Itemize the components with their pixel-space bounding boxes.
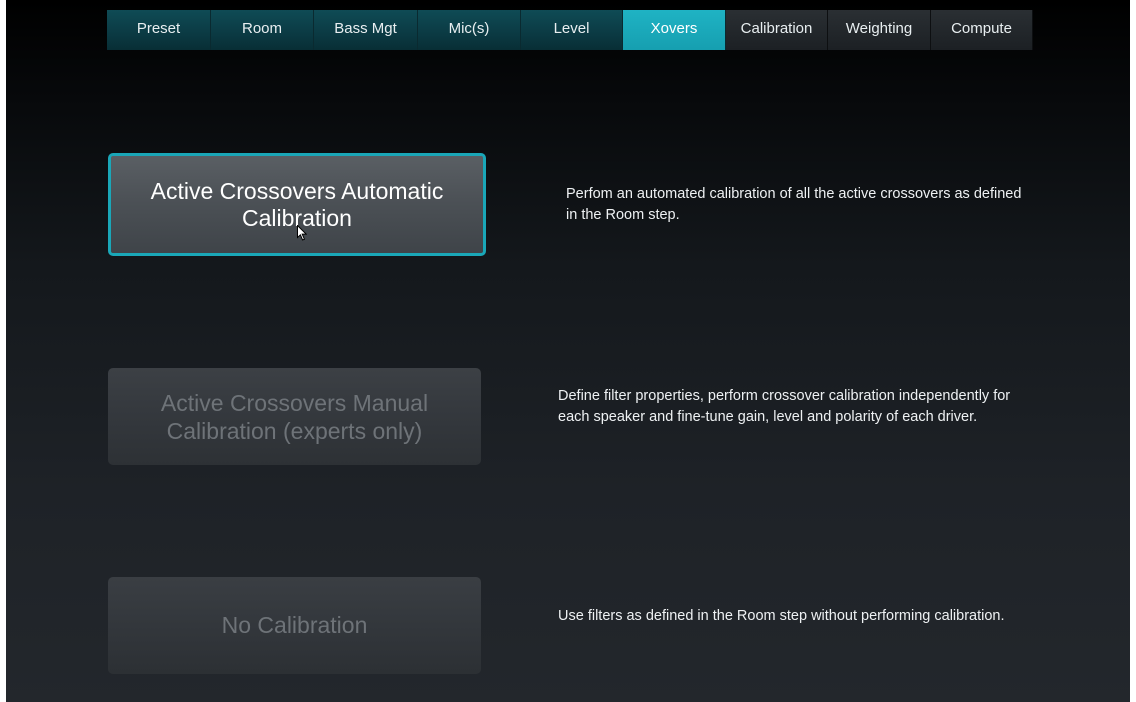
tab-preset[interactable]: Preset xyxy=(107,10,211,50)
app-screen: Preset Room Bass Mgt Mic(s) Level Xovers… xyxy=(6,0,1130,702)
manual-calibration-label: Active Crossovers Manual Calibration (ex… xyxy=(160,389,429,444)
tab-room[interactable]: Room xyxy=(211,10,314,50)
tab-weighting[interactable]: Weighting xyxy=(828,10,931,50)
manual-calibration-button[interactable]: Active Crossovers Manual Calibration (ex… xyxy=(108,368,481,465)
no-calibration-button[interactable]: No Calibration xyxy=(108,577,481,674)
tab-calibration[interactable]: Calibration xyxy=(726,10,828,50)
mouse-pointer-icon xyxy=(297,225,307,241)
tab-bass-mgt[interactable]: Bass Mgt xyxy=(314,10,418,50)
tab-xovers[interactable]: Xovers xyxy=(623,10,726,50)
tab-mics[interactable]: Mic(s) xyxy=(418,10,521,50)
no-calibration-label: No Calibration xyxy=(221,612,368,638)
auto-calibration-label: Active Crossovers Automatic Calibration xyxy=(150,177,444,231)
auto-calibration-description: Perfom an automated calibration of all t… xyxy=(566,186,1022,223)
tab-level[interactable]: Level xyxy=(521,10,623,50)
tab-compute[interactable]: Compute xyxy=(931,10,1033,50)
no-calibration-description: Use filters as defined in the Room step … xyxy=(558,608,1005,624)
manual-calibration-description: Define filter properties, perform crosso… xyxy=(558,388,1011,425)
step-tab-bar: Preset Room Bass Mgt Mic(s) Level Xovers… xyxy=(107,10,1033,50)
